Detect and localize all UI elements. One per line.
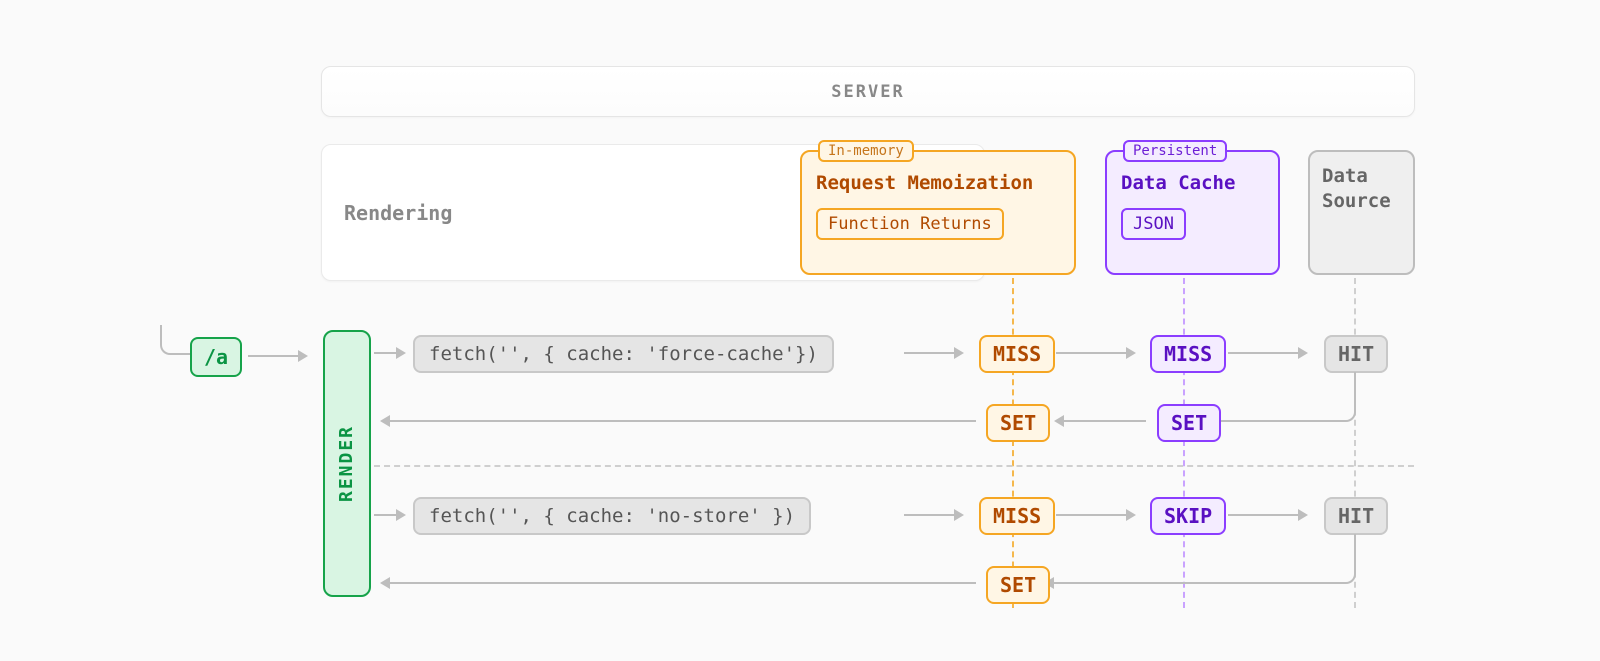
arrow-memoset-to-render2 bbox=[382, 582, 976, 584]
arrow-memo-to-cache2 bbox=[1056, 514, 1134, 516]
arrow-cache-to-source2 bbox=[1228, 514, 1306, 516]
cache-status-row2: SKIP bbox=[1150, 497, 1226, 535]
arrow-render-to-fetch1 bbox=[374, 352, 404, 354]
render-bar: RENDER bbox=[323, 330, 371, 597]
data-cache-tag: Persistent bbox=[1123, 140, 1227, 162]
arrow-cacheset-to-memoset1 bbox=[1056, 420, 1146, 422]
row-divider bbox=[374, 465, 1414, 467]
render-label: RENDER bbox=[337, 425, 358, 502]
memo-sub: Function Returns bbox=[816, 208, 1004, 240]
cache-status-row1: MISS bbox=[1150, 335, 1226, 373]
data-cache-title: Data Cache bbox=[1121, 172, 1264, 194]
return-corner-1 bbox=[1220, 372, 1356, 422]
fetch-pill-2: fetch('', { cache: 'no-store' }) bbox=[413, 497, 811, 535]
route-path: /a bbox=[204, 345, 228, 369]
cache-set-row1: SET bbox=[1157, 404, 1221, 442]
arrow-memo-to-cache1 bbox=[1056, 352, 1134, 354]
data-source-line1: Data bbox=[1322, 165, 1368, 187]
memo-lifeline bbox=[1012, 278, 1014, 608]
memo-set-row1: SET bbox=[986, 404, 1050, 442]
fetch-pill-1: fetch('', { cache: 'force-cache'}) bbox=[413, 335, 834, 373]
arrow-cache-to-source1 bbox=[1228, 352, 1306, 354]
server-header: SERVER bbox=[321, 66, 1415, 117]
data-source-box: Data Source bbox=[1308, 150, 1415, 275]
arrow-fetch1-to-memo bbox=[904, 352, 962, 354]
source-status-row1: HIT bbox=[1324, 335, 1388, 373]
arrow-memoset-to-render1 bbox=[382, 420, 976, 422]
memo-status-row2: MISS bbox=[979, 497, 1055, 535]
memo-set-row2: SET bbox=[986, 566, 1050, 604]
memo-status-row1: MISS bbox=[979, 335, 1055, 373]
arrow-render-to-fetch2 bbox=[374, 514, 404, 516]
route-pill: /a bbox=[190, 337, 242, 377]
rendering-label: Rendering bbox=[344, 201, 452, 225]
fetch2-text: fetch('', { cache: 'no-store' }) bbox=[429, 505, 795, 527]
memo-title: Request Memoization bbox=[816, 172, 1060, 194]
fetch1-text: fetch('', { cache: 'force-cache'}) bbox=[429, 343, 818, 365]
memo-tag: In-memory bbox=[818, 140, 914, 162]
data-cache-box: Persistent Data Cache JSON bbox=[1105, 150, 1280, 275]
data-cache-sub: JSON bbox=[1121, 208, 1186, 240]
arrow-fetch2-to-memo bbox=[904, 514, 962, 516]
source-status-row2: HIT bbox=[1324, 497, 1388, 535]
data-source-title: Data Source bbox=[1322, 164, 1401, 213]
server-header-label: SERVER bbox=[831, 82, 904, 102]
route-hook-line bbox=[160, 325, 190, 355]
return-corner-2 bbox=[1056, 534, 1356, 584]
request-memoization-box: In-memory Request Memoization Function R… bbox=[800, 150, 1076, 275]
arrow-route-to-render bbox=[248, 355, 306, 357]
data-source-line2: Source bbox=[1322, 190, 1391, 212]
